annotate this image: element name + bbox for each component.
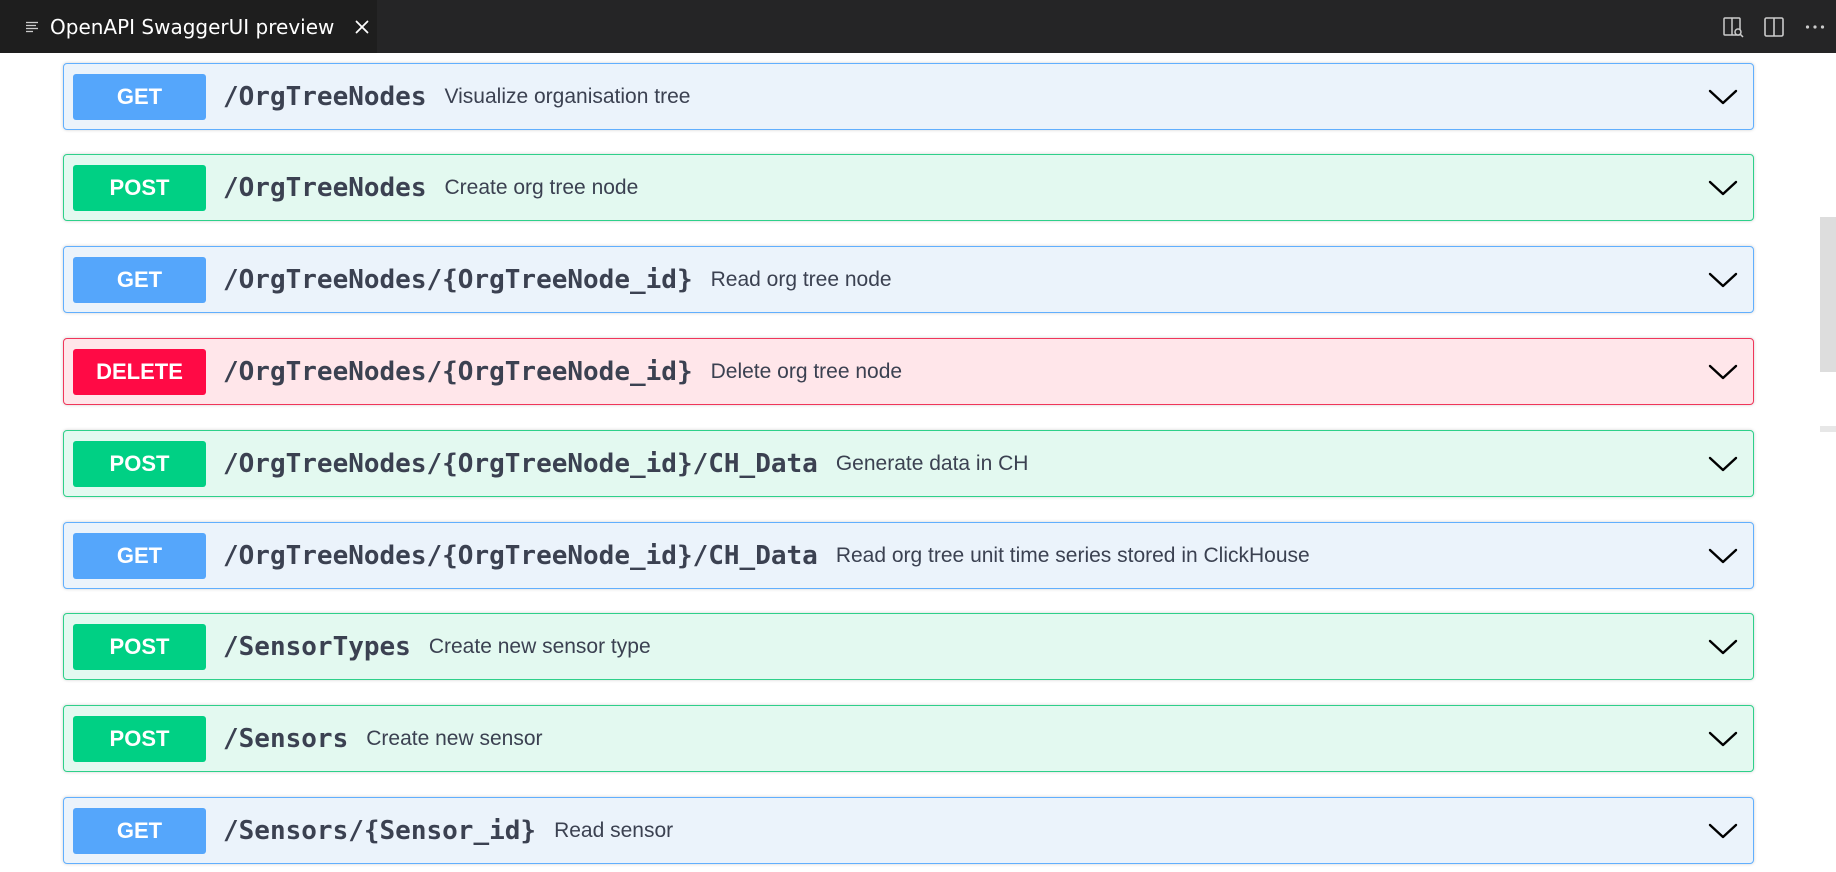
scrollbar-marker	[1820, 426, 1836, 432]
chevron-down-icon[interactable]	[1707, 178, 1739, 198]
method-badge: POST	[73, 623, 206, 670]
tab-title: OpenAPI SwaggerUI preview	[50, 14, 335, 39]
operation-row[interactable]: GET /OrgTreeNodes/{OrgTreeNode_id}/CH_Da…	[63, 522, 1754, 589]
method-badge: GET	[73, 256, 206, 303]
operation-path: /Sensors	[223, 723, 349, 754]
operation-summary: Read org tree node	[710, 267, 892, 291]
vertical-scrollbar[interactable]	[1820, 53, 1836, 872]
method-badge: GET	[73, 807, 206, 854]
operation-path: /OrgTreeNodes/{OrgTreeNode_id}/CH_Data	[223, 448, 818, 479]
chevron-down-icon[interactable]	[1707, 821, 1739, 841]
operation-summary: Generate data in CH	[835, 451, 1029, 475]
operation-path: /Sensors/{Sensor_id}	[223, 815, 537, 846]
chevron-down-icon[interactable]	[1707, 729, 1739, 749]
swagger-preview-content: GET /OrgTreeNodes Visualize organisation…	[0, 53, 1820, 872]
operation-summary: Read org tree unit time series stored in…	[835, 543, 1310, 567]
scrollbar-thumb[interactable]	[1820, 217, 1836, 372]
operation-summary: Create new sensor	[366, 726, 543, 750]
chevron-down-icon[interactable]	[1707, 454, 1739, 474]
chevron-down-icon[interactable]	[1707, 87, 1739, 107]
operation-row[interactable]: POST /OrgTreeNodes Create org tree node	[63, 154, 1754, 221]
editor-actions	[1713, 0, 1836, 53]
open-preview-source-icon[interactable]	[1713, 7, 1753, 47]
operation-row[interactable]: DELETE /OrgTreeNodes/{OrgTreeNode_id} De…	[63, 338, 1754, 405]
method-badge: POST	[73, 715, 206, 762]
operation-summary: Create new sensor type	[428, 634, 651, 658]
chevron-down-icon[interactable]	[1707, 270, 1739, 290]
split-editor-icon[interactable]	[1754, 7, 1794, 47]
operation-row[interactable]: GET /OrgTreeNodes/{OrgTreeNode_id} Read …	[63, 246, 1754, 313]
operation-summary: Visualize organisation tree	[444, 84, 691, 108]
close-icon[interactable]	[352, 17, 372, 37]
operation-path: /OrgTreeNodes/{OrgTreeNode_id}	[223, 356, 693, 387]
operation-summary: Create org tree node	[444, 175, 639, 199]
operation-path: /OrgTreeNodes	[223, 81, 427, 112]
preview-lines-icon	[24, 19, 40, 35]
operation-summary: Delete org tree node	[710, 359, 903, 383]
chevron-down-icon[interactable]	[1707, 637, 1739, 657]
operation-summary: Read sensor	[554, 818, 674, 842]
method-badge: DELETE	[73, 348, 206, 395]
operation-path: /OrgTreeNodes/{OrgTreeNode_id}	[223, 264, 693, 295]
operation-row[interactable]: POST /OrgTreeNodes/{OrgTreeNode_id}/CH_D…	[63, 430, 1754, 497]
editor-tab-bar: OpenAPI SwaggerUI preview	[0, 0, 1836, 53]
operation-row[interactable]: POST /Sensors Create new sensor	[63, 705, 1754, 772]
operation-path: /SensorTypes	[223, 631, 411, 662]
method-badge: GET	[73, 73, 206, 120]
chevron-down-icon[interactable]	[1707, 362, 1739, 382]
method-badge: GET	[73, 532, 206, 579]
operation-row[interactable]: POST /SensorTypes Create new sensor type	[63, 613, 1754, 680]
operation-row[interactable]: GET /Sensors/{Sensor_id} Read sensor	[63, 797, 1754, 864]
operation-path: /OrgTreeNodes	[223, 172, 427, 203]
tab-swagger-preview[interactable]: OpenAPI SwaggerUI preview	[0, 0, 377, 53]
operation-path: /OrgTreeNodes/{OrgTreeNode_id}/CH_Data	[223, 540, 818, 571]
chevron-down-icon[interactable]	[1707, 546, 1739, 566]
method-badge: POST	[73, 164, 206, 211]
more-actions-icon[interactable]	[1795, 7, 1835, 47]
operation-row[interactable]: GET /OrgTreeNodes Visualize organisation…	[63, 63, 1754, 130]
method-badge: POST	[73, 440, 206, 487]
